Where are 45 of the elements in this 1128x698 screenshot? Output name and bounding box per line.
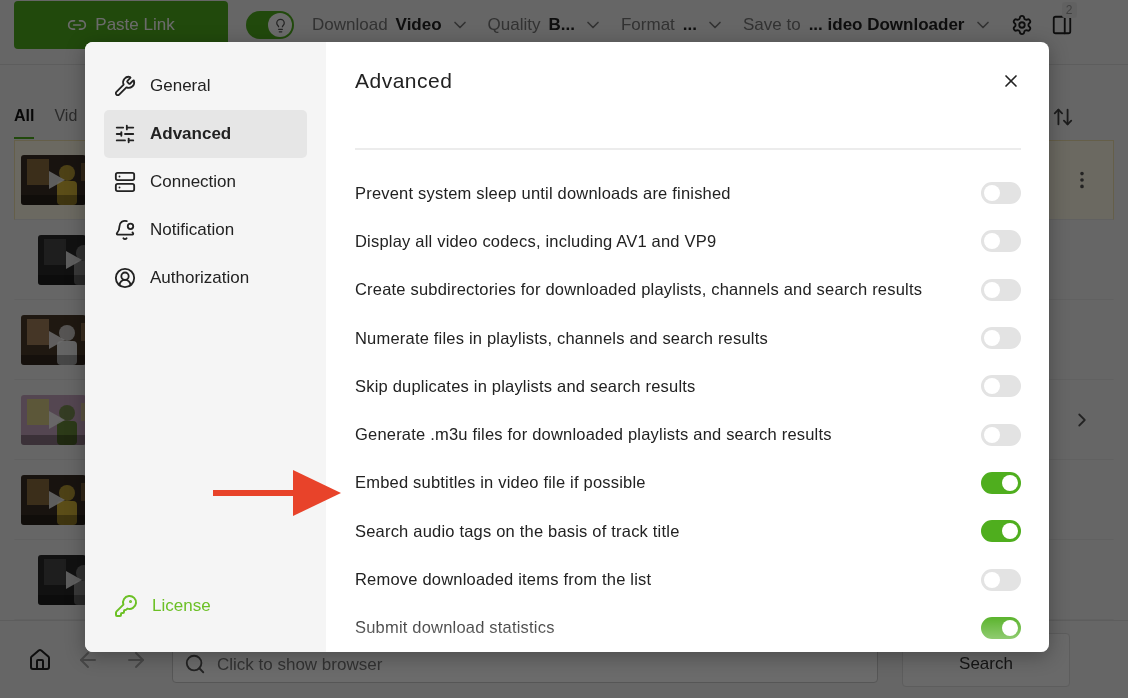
paste-link-button[interactable]: Paste Link (14, 1, 228, 50)
key-icon (114, 594, 138, 618)
setting-label: Embed subtitles in video file if possible (355, 473, 646, 493)
sidebar-item[interactable]: Connection (104, 158, 307, 206)
toggle-switch[interactable] (981, 278, 1021, 301)
setting-label: Display all video codecs, including AV1 and VP9 (355, 231, 717, 251)
license-link[interactable]: License (104, 582, 307, 630)
toggle-switch[interactable] (981, 423, 1021, 446)
setting-label: Remove downloaded items from the list (355, 570, 652, 590)
toggle-switch[interactable] (981, 616, 1021, 639)
settings-icon[interactable] (1010, 14, 1033, 37)
sidebar-item-label: Advanced (150, 124, 232, 144)
setting-label: Skip duplicates in playlists and search results (355, 376, 696, 396)
filter-tab[interactable]: Vid (54, 94, 78, 139)
setting-label: Create subdirectories for downloaded playlists, channels and search results (355, 280, 923, 300)
toggle-switch[interactable] (981, 182, 1021, 205)
smart-mode-toggle[interactable] (246, 11, 294, 40)
setting-label: Submit download statistics (355, 618, 555, 638)
sidebar-item[interactable]: Advanced (104, 110, 307, 158)
panel-icon[interactable] (1050, 14, 1073, 37)
sidebar-item-label: Connection (150, 172, 236, 192)
toggle-switch[interactable] (981, 327, 1021, 350)
setting-label: Prevent system sleep until downloads are finished (355, 183, 731, 203)
home-icon[interactable] (28, 647, 52, 672)
dialog-title: Advanced (355, 68, 453, 93)
setting-label: Generate .m3u files for downloaded playlists and search results (355, 425, 832, 445)
wrench-icon (114, 75, 136, 97)
toggle-switch[interactable] (981, 520, 1021, 543)
toggle-switch[interactable] (981, 375, 1021, 398)
setting-label: Numerate files in playlists, channels and search results (355, 328, 768, 348)
filter-tab[interactable]: All (14, 94, 35, 139)
sidebar-item[interactable]: Authorization (104, 254, 307, 302)
sidebar-item[interactable]: General (104, 62, 307, 110)
toggle-switch[interactable] (981, 230, 1021, 253)
user-icon (114, 267, 136, 289)
bell-icon (114, 219, 136, 241)
setting-label: Search audio tags on the basis of track title (355, 521, 680, 541)
sidebar-item-label: Authorization (150, 268, 250, 288)
sidebar-item[interactable]: Notification (104, 206, 307, 254)
sliders-icon (114, 123, 136, 145)
sidebar-item-label: General (150, 76, 211, 96)
server-icon (114, 171, 136, 193)
toggle-switch[interactable] (981, 568, 1021, 591)
sidebar-item-label: Notification (150, 220, 235, 240)
toggle-switch[interactable] (981, 471, 1021, 494)
